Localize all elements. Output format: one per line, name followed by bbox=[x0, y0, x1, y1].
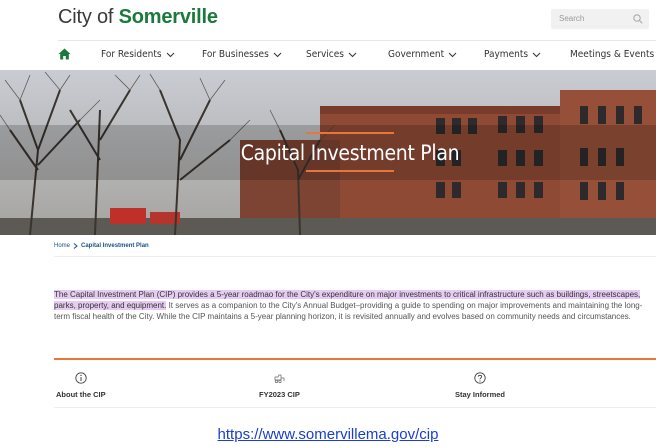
chevron-right-icon bbox=[73, 243, 78, 249]
chevron-down-icon bbox=[348, 52, 357, 57]
tabs-accent-bar bbox=[54, 358, 656, 360]
info-icon bbox=[75, 372, 87, 384]
nav-services[interactable]: Services bbox=[306, 49, 357, 60]
tab-fy2023-cip[interactable]: FY2023 CIP bbox=[259, 372, 300, 399]
main-nav: For Residents For Businesses Services Go… bbox=[0, 45, 656, 67]
search-placeholder: Search bbox=[559, 14, 585, 23]
hero-title-rule-bottom bbox=[306, 170, 394, 172]
breadcrumb: Home Capital Investment Plan bbox=[54, 243, 149, 249]
home-icon[interactable] bbox=[58, 48, 71, 60]
hero-banner: Capital Investment Plan bbox=[0, 70, 656, 235]
search-icon[interactable] bbox=[632, 13, 644, 25]
chevron-down-icon bbox=[273, 52, 282, 57]
site-header: City of Somerville Search For Residents … bbox=[0, 0, 656, 70]
tab-label: Stay Informed bbox=[455, 390, 506, 399]
chevron-down-icon bbox=[532, 52, 541, 57]
page-title: Capital Investment Plan bbox=[240, 141, 460, 165]
nav-label: For Residents bbox=[101, 49, 162, 60]
tab-label: About the CIP bbox=[56, 390, 106, 399]
nav-label: Meetings & Events bbox=[570, 49, 655, 60]
search-input[interactable]: Search bbox=[551, 9, 649, 29]
source-url-link[interactable]: https://www.somervillema.gov/cip bbox=[0, 426, 656, 443]
logo-prefix: City of bbox=[58, 6, 119, 28]
nav-for-businesses[interactable]: For Businesses bbox=[202, 49, 282, 60]
nav-government[interactable]: Government bbox=[388, 49, 457, 60]
nav-for-residents[interactable]: For Residents bbox=[101, 49, 175, 60]
tab-label: FY2023 CIP bbox=[259, 390, 300, 399]
intro-paragraph: The Capital Investment Plan (CIP) provid… bbox=[54, 289, 652, 322]
tabs-divider bbox=[54, 407, 656, 408]
chevron-down-icon bbox=[166, 52, 174, 57]
logo-name: Somerville bbox=[118, 6, 218, 28]
breadcrumb-divider bbox=[54, 256, 656, 257]
tab-about-the-cip[interactable]: About the CIP bbox=[56, 372, 106, 399]
site-logo[interactable]: City of Somerville bbox=[58, 6, 218, 29]
bulldozer-icon bbox=[275, 374, 285, 384]
nav-label: For Businesses bbox=[202, 49, 269, 60]
tab-stay-informed[interactable]: Stay Informed bbox=[455, 372, 505, 399]
nav-label: Payments bbox=[484, 49, 529, 60]
nav-payments[interactable]: Payments bbox=[484, 49, 541, 60]
chevron-down-icon bbox=[448, 52, 457, 57]
nav-label: Services bbox=[306, 49, 344, 60]
nav-meetings-events[interactable]: Meetings & Events bbox=[570, 49, 656, 60]
breadcrumb-current: Capital Investment Plan bbox=[81, 243, 149, 249]
question-icon bbox=[474, 372, 486, 384]
nav-label: Government bbox=[388, 49, 445, 60]
hero-title-rule-top bbox=[306, 132, 394, 134]
breadcrumb-home[interactable]: Home bbox=[54, 243, 70, 249]
header-divider bbox=[58, 40, 656, 41]
